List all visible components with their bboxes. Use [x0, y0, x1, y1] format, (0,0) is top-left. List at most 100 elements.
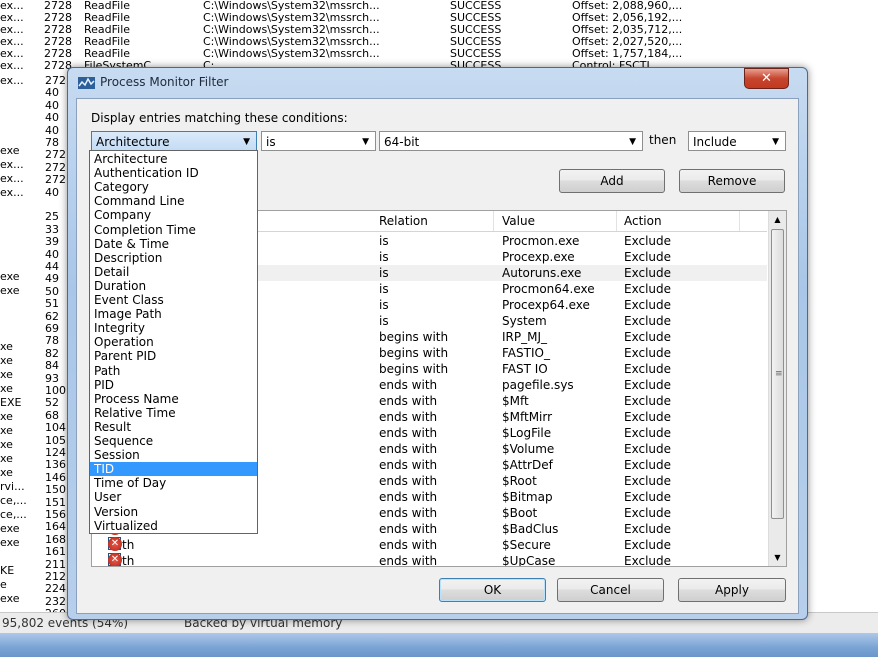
- filter-relation-cell: ends with: [379, 426, 438, 440]
- apply-button[interactable]: Apply: [678, 578, 786, 602]
- column-divider[interactable]: [493, 211, 494, 231]
- filter-row[interactable]: ✓✕Path ends with $Secure Exclude: [92, 537, 767, 553]
- chevron-down-icon: ▼: [362, 137, 369, 147]
- vertical-scrollbar[interactable]: ▲ ≡ ▼: [768, 211, 786, 566]
- dropdown-option[interactable]: Event Class: [90, 293, 257, 307]
- header-value[interactable]: Value: [502, 214, 535, 228]
- dropdown-option[interactable]: Command Line: [90, 194, 257, 208]
- column-divider[interactable]: [739, 211, 740, 231]
- dialog-title: Process Monitor Filter: [100, 75, 229, 89]
- relation-select[interactable]: is ▼: [261, 131, 376, 151]
- add-button[interactable]: Add: [559, 169, 665, 193]
- dropdown-option[interactable]: Relative Time: [90, 406, 257, 420]
- filter-action-cell: Exclude: [624, 362, 672, 376]
- header-relation[interactable]: Relation: [379, 214, 428, 228]
- dropdown-option[interactable]: Version: [90, 505, 257, 519]
- event-process-name: xe: [0, 382, 13, 395]
- dropdown-option[interactable]: Duration: [90, 279, 257, 293]
- column-dropdown-list[interactable]: Architecture Authentication ID Category Com…: [89, 150, 258, 534]
- filter-value-cell: Procmon64.exe: [502, 282, 595, 296]
- scroll-down-icon[interactable]: ▼: [769, 549, 786, 566]
- taskbar: [0, 633, 878, 657]
- dropdown-option[interactable]: Path: [90, 364, 257, 378]
- dropdown-option[interactable]: Session: [90, 448, 257, 462]
- dropdown-option[interactable]: Image Path: [90, 307, 257, 321]
- filter-action-cell: Exclude: [624, 346, 672, 360]
- event-process-name: xe: [0, 410, 13, 423]
- event-process-name: xe: [0, 354, 13, 367]
- filter-relation-cell: ends with: [379, 410, 438, 424]
- filter-relation-cell: is: [379, 250, 389, 264]
- value-input[interactable]: 64-bit ▼: [379, 131, 643, 151]
- event-name: ex...: [0, 59, 24, 72]
- dropdown-option[interactable]: Authentication ID: [90, 166, 257, 180]
- dropdown-option[interactable]: Result: [90, 420, 257, 434]
- event-process-name: exe: [0, 284, 20, 297]
- event-process-name: xe: [0, 340, 13, 353]
- dropdown-option[interactable]: Company: [90, 208, 257, 222]
- chevron-down-icon: ▼: [772, 137, 779, 147]
- filter-value-cell: pagefile.sys: [502, 378, 574, 392]
- dropdown-option[interactable]: Date & Time: [90, 237, 257, 251]
- event-process-name: ex...: [0, 158, 24, 171]
- dropdown-option[interactable]: Completion Time: [90, 223, 257, 237]
- dropdown-option[interactable]: Category: [90, 180, 257, 194]
- event-process-name: exe: [0, 522, 20, 535]
- scroll-up-icon[interactable]: ▲: [769, 211, 786, 228]
- column-select[interactable]: Architecture ▼: [91, 131, 257, 151]
- dropdown-option[interactable]: Operation: [90, 335, 257, 349]
- filter-relation-cell: ends with: [379, 394, 438, 408]
- dropdown-option[interactable]: Description: [90, 251, 257, 265]
- dropdown-option[interactable]: PID: [90, 378, 257, 392]
- filter-value-cell: $BadClus: [502, 522, 559, 536]
- column-divider[interactable]: [616, 211, 617, 231]
- filter-action-cell: Exclude: [624, 282, 672, 296]
- process-monitor-app-icon: [78, 77, 95, 89]
- then-label: then: [649, 133, 677, 147]
- event-process-name: rvi...: [0, 480, 25, 493]
- dropdown-option[interactable]: Detail: [90, 265, 257, 279]
- remove-button[interactable]: Remove: [679, 169, 785, 193]
- filter-value-cell: System: [502, 314, 547, 328]
- event-process-name: ex...: [0, 74, 24, 87]
- dropdown-option[interactable]: TID: [90, 462, 257, 477]
- filter-relation-cell: ends with: [379, 506, 438, 520]
- filter-value-cell: Autoruns.exe: [502, 266, 582, 280]
- dropdown-option[interactable]: Parent PID: [90, 349, 257, 363]
- event-process-name: ce,...: [0, 508, 27, 521]
- event-process-name: exe: [0, 536, 20, 549]
- dropdown-option[interactable]: Time of Day: [90, 476, 257, 490]
- scroll-thumb[interactable]: ≡: [771, 229, 784, 519]
- close-button[interactable]: ✕: [744, 68, 789, 89]
- filter-relation-cell: is: [379, 266, 389, 280]
- filter-action-cell: Exclude: [624, 250, 672, 264]
- event-process-name: e: [0, 578, 7, 591]
- action-select-value: Include: [693, 135, 737, 149]
- filter-relation-cell: ends with: [379, 474, 438, 488]
- filter-action-cell: Exclude: [624, 442, 672, 456]
- cancel-button[interactable]: Cancel: [557, 578, 664, 602]
- dropdown-option[interactable]: Integrity: [90, 321, 257, 335]
- event-process-name: xe: [0, 368, 13, 381]
- dropdown-option[interactable]: Process Name: [90, 392, 257, 406]
- action-select[interactable]: Include ▼: [688, 131, 786, 151]
- filter-value-cell: Procexp.exe: [502, 250, 575, 264]
- event-process-name: exe: [0, 592, 20, 605]
- ok-button[interactable]: OK: [439, 578, 546, 602]
- dropdown-option[interactable]: Sequence: [90, 434, 257, 448]
- filter-column-cell: ✓✕Path: [108, 553, 134, 566]
- filter-action-cell: Exclude: [624, 506, 672, 520]
- filter-relation-cell: begins with: [379, 362, 449, 376]
- header-action[interactable]: Action: [624, 214, 662, 228]
- filter-value-cell: Procexp64.exe: [502, 298, 590, 312]
- conditions-label: Display entries matching these condition…: [91, 111, 348, 125]
- grip-icon: ≡: [775, 369, 783, 379]
- filter-relation-cell: begins with: [379, 330, 449, 344]
- filter-action-cell: Exclude: [624, 522, 672, 536]
- dropdown-option[interactable]: Virtualized: [90, 519, 257, 533]
- filter-value-cell: $LogFile: [502, 426, 552, 440]
- dropdown-option[interactable]: Architecture: [90, 152, 257, 166]
- dropdown-option[interactable]: User: [90, 490, 257, 504]
- filter-row[interactable]: ✓✕Path ends with $UpCase Exclude: [92, 553, 767, 566]
- filter-value-cell: $Bitmap: [502, 490, 553, 504]
